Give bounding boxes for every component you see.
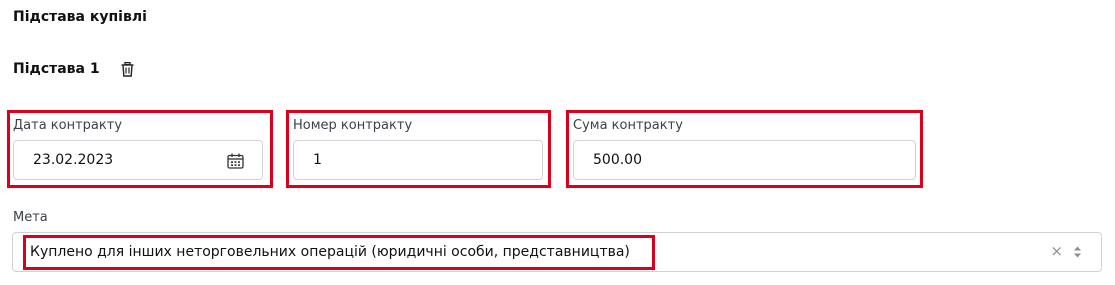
section-title: Підстава купівлі [13,9,147,25]
contract-date-input[interactable]: 23.02.2023 [13,140,263,180]
contract-number-label: Номер контракту [293,118,413,133]
purpose-label: Мета [13,210,48,225]
basis-header: Підстава 1 [13,58,136,80]
calendar-icon[interactable] [227,153,244,169]
contract-date-label: Дата контракту [13,118,123,133]
delete-basis-button[interactable] [120,60,136,78]
contract-date-value: 23.02.2023 [33,152,114,168]
clear-icon[interactable]: × [1050,242,1063,260]
basis-title: Підстава 1 [13,61,100,77]
trash-icon[interactable] [121,61,134,77]
purpose-highlight [23,235,655,270]
contract-number-value: 1 [313,152,322,168]
contract-sum-label: Сума контракту [573,118,683,133]
contract-sum-value: 500.00 [593,152,642,168]
chevron-up-down-icon[interactable] [1073,245,1082,259]
contract-sum-input[interactable]: 500.00 [573,140,916,180]
contract-number-input[interactable]: 1 [293,140,543,180]
